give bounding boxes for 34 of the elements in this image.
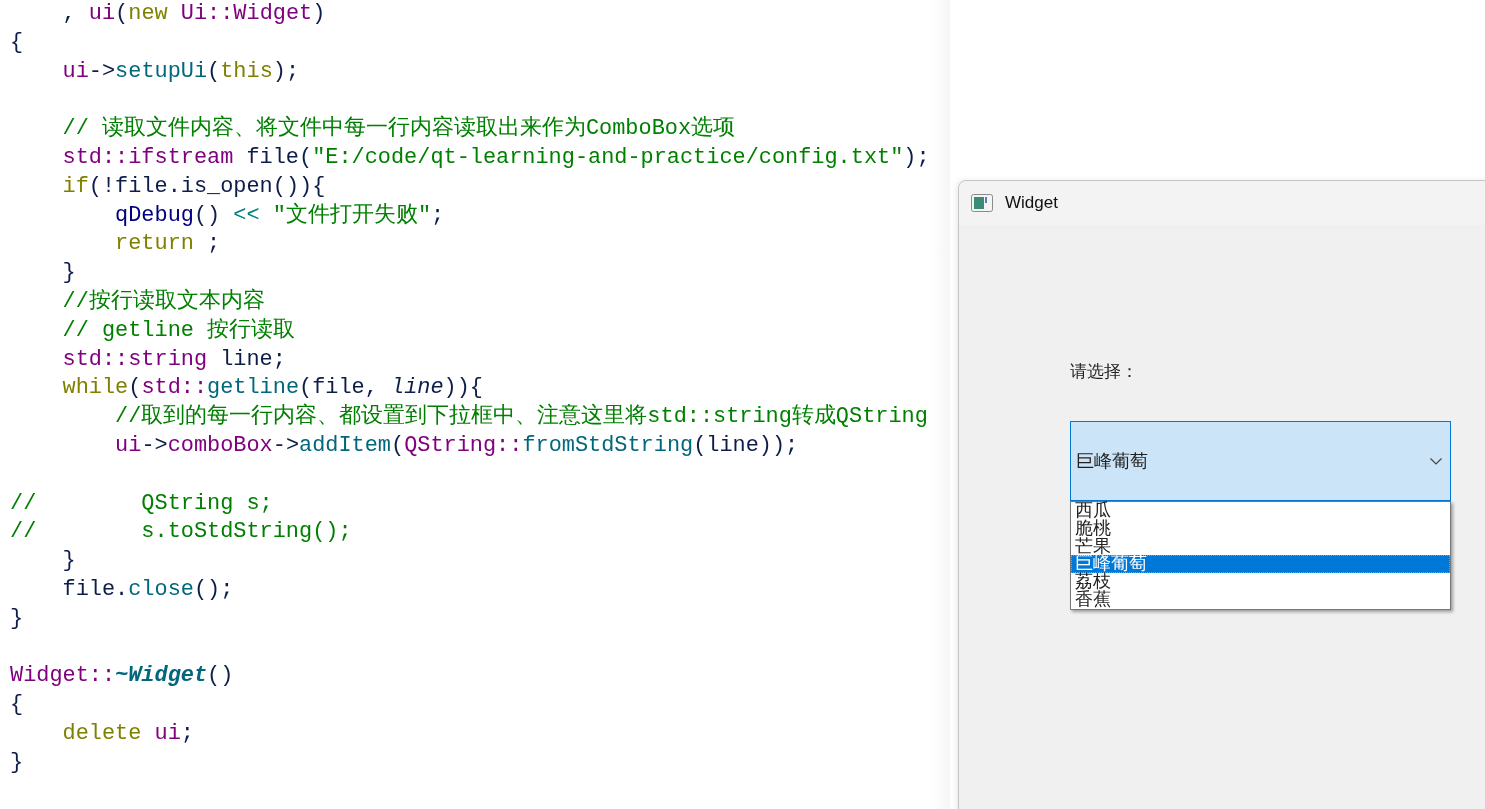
code-line: { (10, 691, 24, 720)
code-line: //按行读取文本内容 (61, 287, 265, 316)
dropdown-item[interactable]: 芒果 (1071, 537, 1450, 556)
code-line: qDebug() << "文件打开失败"; (114, 201, 445, 230)
code-line: } (10, 604, 24, 633)
combo-box[interactable]: 巨峰葡萄 (1070, 421, 1451, 501)
code-line: while(std::getline(file, line)){ (61, 374, 483, 403)
code-line: , ui(new Ui::Widget) (61, 0, 326, 28)
code-line: //取到的每一行内容、都设置到下拉框中、注意这里将std::string转成QString (114, 403, 928, 432)
window-icon (971, 194, 993, 212)
dropdown-item[interactable]: 脆桃 (1071, 519, 1450, 538)
window-title: Widget (1005, 193, 1058, 213)
code-line: return ; (114, 230, 221, 259)
code-line: } (10, 748, 24, 777)
code-line: Widget::~Widget() (10, 662, 234, 691)
code-line: // 读取文件内容、将文件中每一行内容读取出来作为ComboBox选项 (61, 115, 736, 144)
code-line: if(!file.is_open()){ (61, 172, 326, 201)
code-line: // s.toStdString(); (10, 518, 352, 547)
chevron-down-icon (1430, 457, 1442, 465)
code-line: } (61, 547, 76, 576)
code-line: std::string line; (61, 345, 286, 374)
dropdown-item[interactable]: 西瓜 (1071, 502, 1450, 520)
code-line: delete ui; (61, 719, 194, 748)
code-line: { (10, 28, 24, 57)
code-line: ui->comboBox->addItem(QString::fromStdString(line)); (114, 431, 799, 460)
code-line: // QString s; (10, 489, 273, 518)
code-line: std::ifstream file("E:/code/qt-learning-and-practice/config.txt"); (61, 144, 930, 172)
dropdown-item[interactable]: 香蕉 (1071, 591, 1450, 609)
choose-label: 请选择： (1070, 361, 1138, 383)
dropdown-item[interactable]: 荔枝 (1071, 573, 1450, 591)
code-line: ui->setupUi(this); (61, 57, 300, 86)
code-line: file.close(); (61, 575, 234, 604)
code-line: } (61, 259, 76, 288)
code-line: // getline 按行读取 (61, 316, 296, 345)
